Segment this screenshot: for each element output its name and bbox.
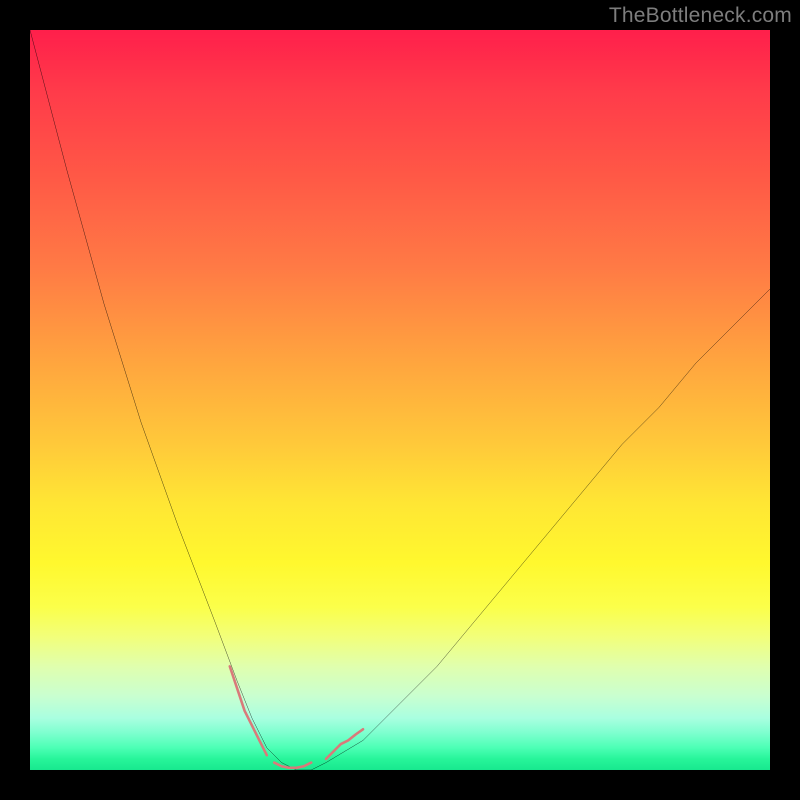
watermark-label: TheBottleneck.com	[609, 4, 792, 28]
curve-layer	[30, 30, 770, 770]
marker-right-band	[326, 729, 363, 759]
bottleneck-curve	[30, 30, 770, 770]
marker-left-band	[230, 666, 267, 755]
marker-bottom-band	[274, 763, 311, 768]
plot-area	[30, 30, 770, 770]
chart-stage: TheBottleneck.com	[0, 0, 800, 800]
